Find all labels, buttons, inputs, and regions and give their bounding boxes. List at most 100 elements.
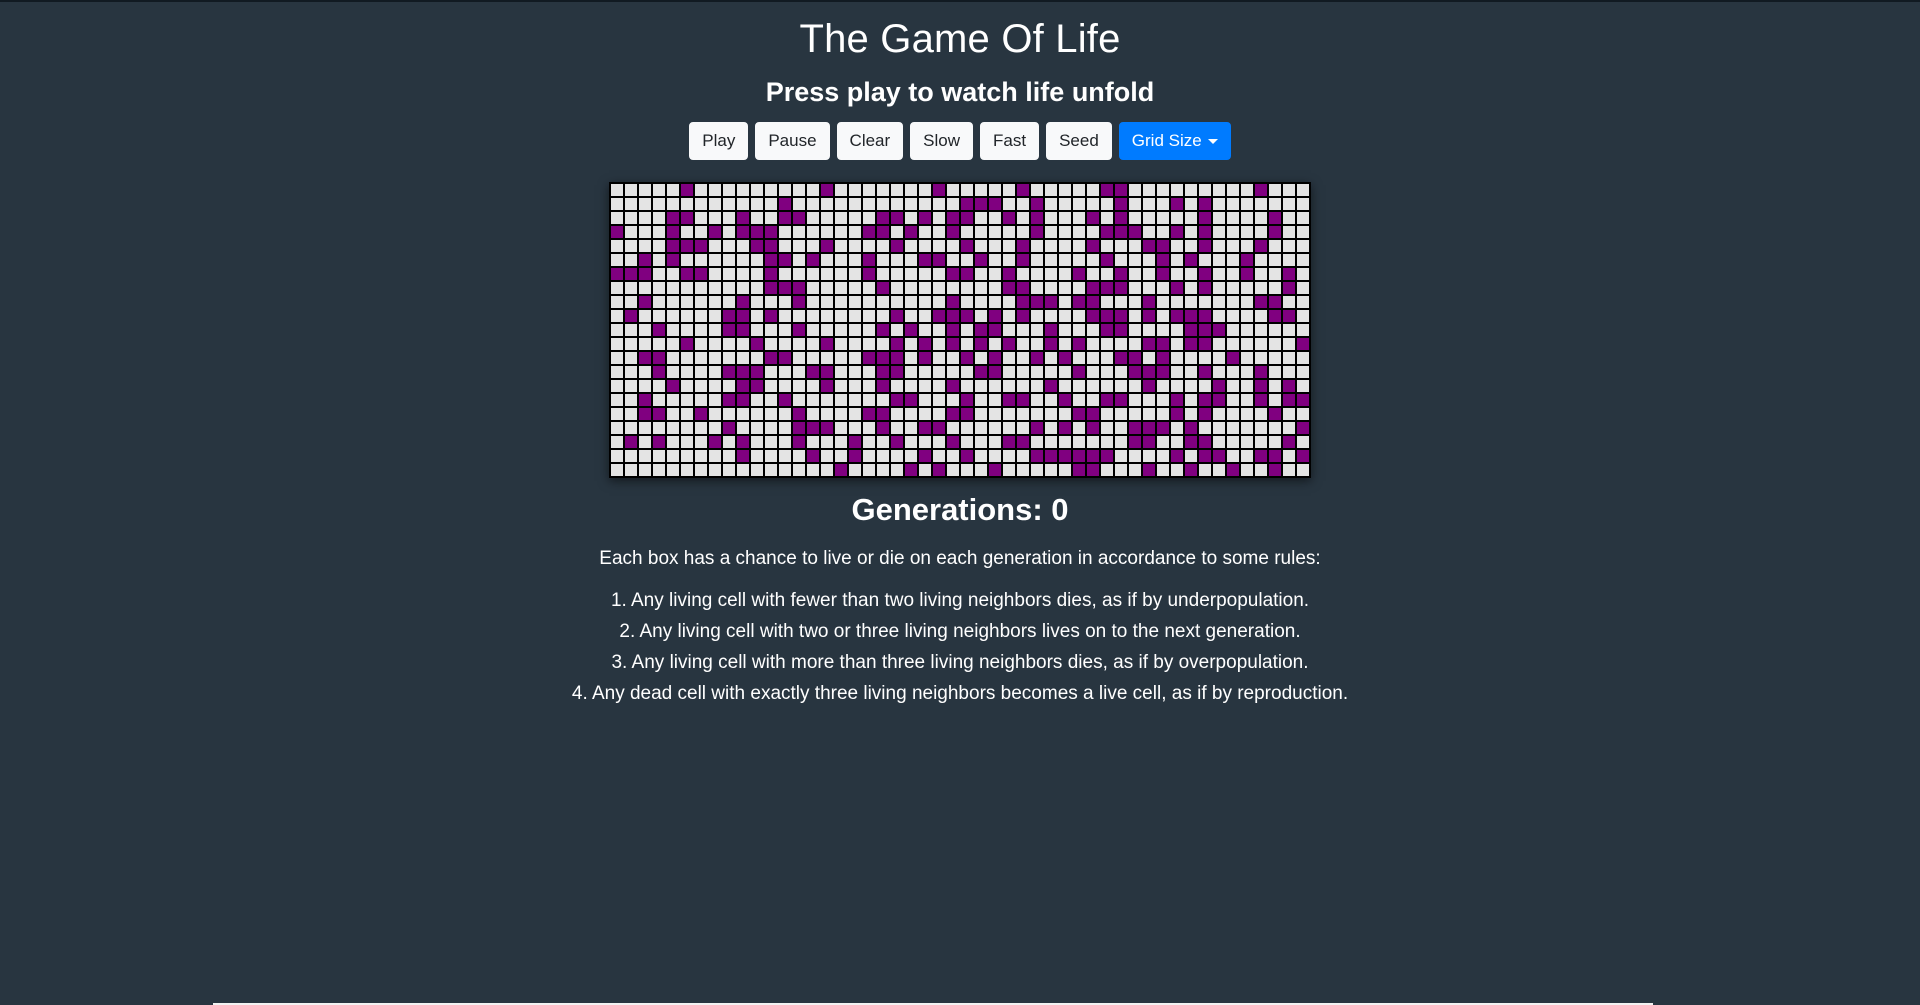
grid-cell-alive[interactable] [960,211,974,225]
grid-cell-dead[interactable] [1226,197,1240,211]
grid-cell-dead[interactable] [792,351,806,365]
grid-cell-dead[interactable] [1226,211,1240,225]
grid-cell-dead[interactable] [1100,435,1114,449]
grid-cell-dead[interactable] [1240,295,1254,309]
grid-cell-alive[interactable] [1114,393,1128,407]
grid-cell-dead[interactable] [1114,365,1128,379]
grid-cell-dead[interactable] [750,407,764,421]
grid-cell-dead[interactable] [652,463,666,477]
grid-cell-dead[interactable] [694,393,708,407]
grid-cell-alive[interactable] [638,295,652,309]
grid-cell-dead[interactable] [722,211,736,225]
grid-cell-alive[interactable] [1170,197,1184,211]
grid-cell-dead[interactable] [1170,379,1184,393]
grid-cell-dead[interactable] [610,407,624,421]
grid-cell-dead[interactable] [806,225,820,239]
grid-cell-dead[interactable] [876,309,890,323]
grid-cell-dead[interactable] [834,449,848,463]
grid-cell-dead[interactable] [1128,253,1142,267]
grid-cell-alive[interactable] [1296,421,1310,435]
grid-cell-dead[interactable] [820,435,834,449]
grid-cell-alive[interactable] [778,253,792,267]
grid-cell-alive[interactable] [1058,449,1072,463]
grid-cell-dead[interactable] [1240,393,1254,407]
grid-cell-dead[interactable] [1128,309,1142,323]
grid-cell-alive[interactable] [1044,449,1058,463]
grid-cell-dead[interactable] [960,435,974,449]
grid-cell-dead[interactable] [1170,211,1184,225]
grid-cell-dead[interactable] [932,365,946,379]
grid-cell-dead[interactable] [1044,253,1058,267]
grid-cell-dead[interactable] [1212,267,1226,281]
grid-cell-dead[interactable] [946,253,960,267]
grid-cell-dead[interactable] [764,379,778,393]
grid-cell-dead[interactable] [1226,295,1240,309]
grid-cell-dead[interactable] [694,379,708,393]
grid-cell-dead[interactable] [1058,463,1072,477]
grid-cell-alive[interactable] [1086,211,1100,225]
grid-cell-dead[interactable] [848,211,862,225]
grid-cell-dead[interactable] [904,197,918,211]
grid-cell-dead[interactable] [610,211,624,225]
grid-cell-alive[interactable] [1016,393,1030,407]
grid-cell-dead[interactable] [1086,197,1100,211]
grid-cell-dead[interactable] [1240,337,1254,351]
grid-cell-dead[interactable] [708,309,722,323]
grid-cell-dead[interactable] [1156,211,1170,225]
grid-cell-alive[interactable] [806,449,820,463]
grid-cell-dead[interactable] [764,295,778,309]
grid-cell-alive[interactable] [736,323,750,337]
grid-cell-alive[interactable] [1058,351,1072,365]
grid-cell-dead[interactable] [764,435,778,449]
grid-cell-alive[interactable] [1184,253,1198,267]
grid-cell-alive[interactable] [652,435,666,449]
grid-cell-dead[interactable] [820,407,834,421]
grid-cell-dead[interactable] [792,183,806,197]
grid-cell-dead[interactable] [918,239,932,253]
grid-cell-alive[interactable] [932,421,946,435]
grid-cell-alive[interactable] [946,323,960,337]
grid-cell-dead[interactable] [960,421,974,435]
grid-cell-dead[interactable] [820,449,834,463]
grid-cell-dead[interactable] [862,281,876,295]
grid-cell-dead[interactable] [666,407,680,421]
grid-cell-dead[interactable] [988,239,1002,253]
grid-cell-dead[interactable] [806,351,820,365]
grid-cell-dead[interactable] [1212,281,1226,295]
grid-cell-dead[interactable] [1058,253,1072,267]
grid-cell-alive[interactable] [750,337,764,351]
grid-cell-alive[interactable] [666,225,680,239]
grid-cell-alive[interactable] [1268,449,1282,463]
grid-cell-dead[interactable] [1184,295,1198,309]
grid-cell-alive[interactable] [974,253,988,267]
grid-cell-dead[interactable] [1254,211,1268,225]
grid-cell-alive[interactable] [918,253,932,267]
grid-cell-dead[interactable] [750,295,764,309]
grid-cell-dead[interactable] [834,421,848,435]
grid-cell-dead[interactable] [890,267,904,281]
grid-cell-dead[interactable] [1254,463,1268,477]
grid-cell-dead[interactable] [974,379,988,393]
grid-cell-dead[interactable] [708,295,722,309]
grid-cell-alive[interactable] [1086,239,1100,253]
grid-cell-dead[interactable] [694,337,708,351]
grid-cell-dead[interactable] [834,211,848,225]
grid-cell-alive[interactable] [946,309,960,323]
grid-cell-dead[interactable] [1240,407,1254,421]
grid-cell-dead[interactable] [1268,365,1282,379]
grid-cell-dead[interactable] [638,337,652,351]
grid-cell-dead[interactable] [638,449,652,463]
grid-cell-dead[interactable] [1170,337,1184,351]
grid-cell-dead[interactable] [1030,183,1044,197]
grid-cell-alive[interactable] [904,463,918,477]
grid-cell-dead[interactable] [666,197,680,211]
grid-cell-dead[interactable] [1086,253,1100,267]
grid-cell-alive[interactable] [778,393,792,407]
grid-cell-dead[interactable] [806,197,820,211]
grid-cell-alive[interactable] [876,323,890,337]
grid-cell-dead[interactable] [1296,365,1310,379]
grid-cell-dead[interactable] [806,435,820,449]
grid-cell-alive[interactable] [1184,337,1198,351]
grid-cell-alive[interactable] [722,365,736,379]
grid-cell-dead[interactable] [1072,393,1086,407]
